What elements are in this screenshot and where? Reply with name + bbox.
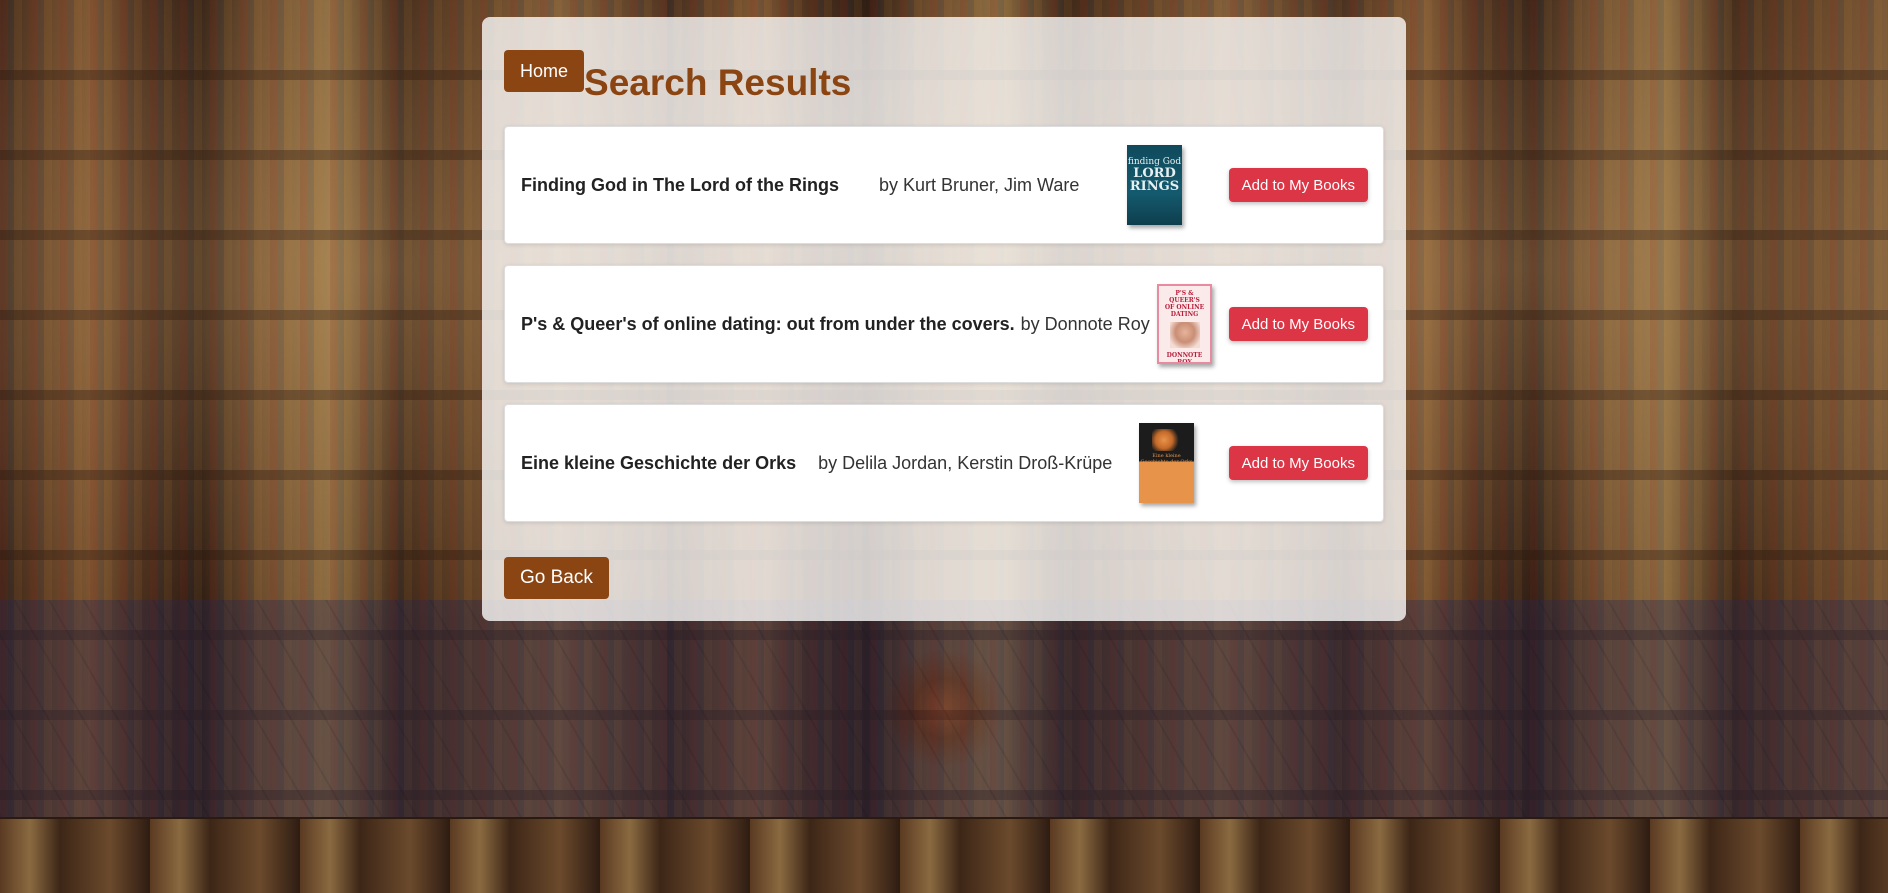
- list-item: P's & Queer's of online dating: out from…: [504, 265, 1384, 383]
- results-list: Finding God in The Lord of the Rings by …: [504, 126, 1384, 543]
- book-cover-image: P'S & QUEER'S OF ONLINE DATING DONNOTE R…: [1157, 284, 1212, 364]
- home-button[interactable]: Home: [504, 50, 585, 92]
- go-back-button[interactable]: Go Back: [504, 557, 609, 599]
- book-title: Finding God in The Lord of the Rings: [521, 174, 839, 195]
- cover-text-top: P'S & QUEER'S: [1169, 290, 1200, 304]
- cover-illustration: [1151, 429, 1182, 451]
- page-title: Search Results: [584, 62, 852, 103]
- results-panel: Home Search Results Finding God in The L…: [482, 17, 1406, 621]
- list-item: Eine kleine Geschichte der Orks by Delil…: [504, 404, 1384, 522]
- background-floor: [0, 600, 1888, 817]
- add-to-my-books-button[interactable]: Add to My Books: [1228, 168, 1368, 202]
- book-author: by Delila Jordan, Kerstin Droß-Krüpe: [818, 452, 1113, 473]
- list-item: Finding God in The Lord of the Rings by …: [504, 126, 1384, 244]
- cover-text: P'S & QUEER'S OF ONLINE DATING: [1159, 290, 1210, 318]
- page-header: Home Search Results: [504, 50, 851, 103]
- add-to-my-books-button[interactable]: Add to My Books: [1228, 446, 1368, 480]
- cover-text-top: Eine kleine Geschichte der Orks: [1140, 453, 1193, 465]
- add-to-my-books-button[interactable]: Add to My Books: [1228, 307, 1368, 341]
- cover-illustration: [1169, 322, 1200, 348]
- cover-text-mid: OF ONLINE DATING: [1164, 304, 1205, 318]
- book-cover-image: Eine kleine Geschichte der Orks: [1139, 423, 1194, 503]
- book-cover-image: finding God LORD RINGS: [1127, 145, 1182, 225]
- book-author: by Kurt Bruner, Jim Ware: [878, 174, 1080, 195]
- book-title: Eine kleine Geschichte der Orks: [521, 452, 797, 473]
- background-band: [0, 817, 1888, 893]
- cover-text-bottom: RINGS: [1129, 179, 1180, 194]
- book-author: by Donnote Roy: [1020, 313, 1150, 334]
- cover-text-bottom: DONNOTE ROY: [1166, 352, 1203, 364]
- cover-text: finding God LORD RINGS: [1127, 157, 1182, 193]
- book-title: P's & Queer's of online dating: out from…: [521, 313, 1015, 334]
